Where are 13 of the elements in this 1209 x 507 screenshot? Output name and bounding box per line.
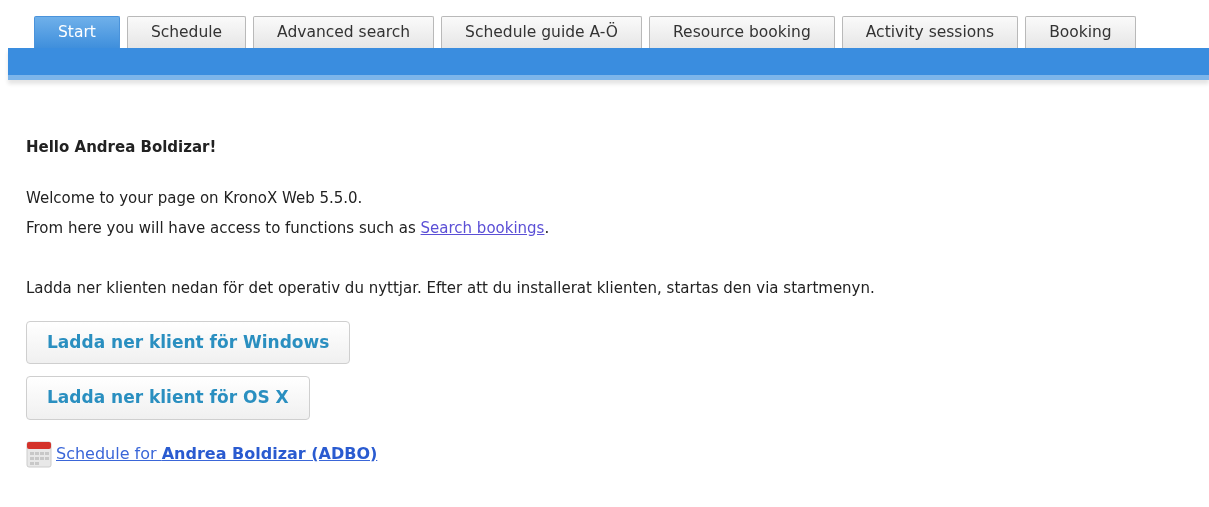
welcome-text: Welcome to your page on KronoX Web 5.5.0. <box>26 187 364 209</box>
tab[interactable]: Resource booking <box>649 16 835 48</box>
search-bookings-link[interactable]: Search bookings <box>420 218 545 237</box>
tab[interactable]: Activity sessions <box>841 16 1019 48</box>
instructions-text: Ladda ner klienten nedan för det operativ du nyttjar. Efter att du installerat klienten, startas den via startmenyn. <box>26 277 876 299</box>
tab[interactable]: Booking <box>1025 16 1136 48</box>
greeting-heading: Hello Andrea Boldizar! <box>26 137 218 158</box>
tab[interactable]: Schedule guide A-Ö <box>441 16 642 48</box>
schedule-link[interactable]: Schedule for Andrea Boldizar (ADBO) <box>56 441 378 466</box>
tab[interactable]: Advanced search <box>253 16 435 48</box>
calendar-icon <box>26 439 52 468</box>
tab[interactable]: Schedule <box>126 16 247 48</box>
access-text: From here you will have access to functions such as Search bookings. <box>26 217 551 239</box>
